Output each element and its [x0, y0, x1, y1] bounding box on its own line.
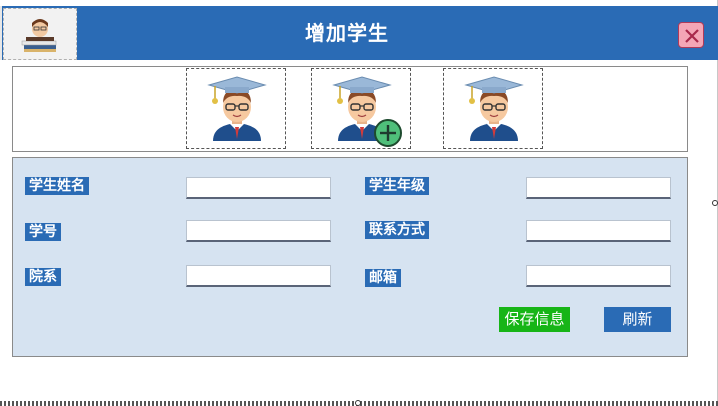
close-button[interactable] [678, 22, 704, 48]
student-id-label: 学号 [25, 223, 61, 241]
student-avatar-icon [464, 76, 524, 141]
department-input[interactable] [186, 265, 331, 287]
add-student-icon [332, 76, 402, 147]
contact-label: 联系方式 [365, 221, 429, 239]
resize-handle-bottom[interactable] [355, 400, 361, 406]
title-bar: 增加学生 [0, 6, 718, 60]
contact-input[interactable] [526, 220, 671, 242]
close-icon [685, 29, 699, 43]
add-student-window: 增加学生 学生姓名 学号 院系 学生年级 联系方式 邮箱 保存信息 刷新 [0, 0, 718, 406]
student-icon-box[interactable] [186, 68, 286, 149]
grade-label: 学生年级 [365, 177, 429, 195]
save-button[interactable]: 保存信息 [499, 307, 570, 332]
email-input[interactable] [526, 265, 671, 287]
student-avatar-icon [207, 76, 267, 141]
student-icon-box[interactable] [443, 68, 543, 149]
grade-input[interactable] [526, 177, 671, 199]
student-name-label: 学生姓名 [25, 177, 89, 195]
icon-panel [12, 66, 688, 152]
window-title: 增加学生 [305, 21, 389, 45]
refresh-button[interactable]: 刷新 [604, 307, 671, 332]
add-student-icon-box[interactable] [311, 68, 411, 149]
department-label: 院系 [25, 268, 61, 286]
student-id-input[interactable] [186, 220, 331, 242]
resize-handle-right[interactable] [712, 200, 718, 206]
email-label: 邮箱 [365, 269, 401, 287]
student-name-input[interactable] [186, 177, 331, 199]
